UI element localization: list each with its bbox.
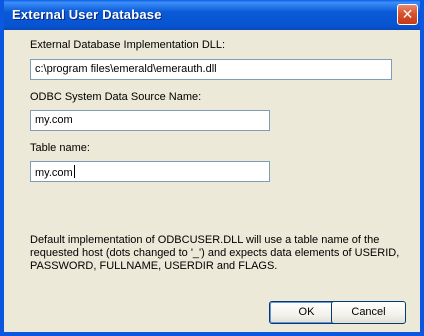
title-bar[interactable]: External User Database ✕ bbox=[4, 0, 420, 30]
description-text: Default implementation of ODBCUSER.DLL w… bbox=[30, 234, 400, 272]
window-title: External User Database bbox=[12, 7, 162, 22]
dsn-value: my.com bbox=[35, 114, 73, 126]
close-button[interactable]: ✕ bbox=[397, 4, 418, 25]
dialog-window: External User Database ✕ External Databa… bbox=[0, 0, 424, 336]
text-caret bbox=[73, 165, 75, 178]
dsn-field[interactable]: my.com bbox=[30, 110, 270, 131]
dll-path-field[interactable]: c:\program files\emerald\emerauth.dll bbox=[30, 59, 392, 80]
cancel-button[interactable]: Cancel bbox=[331, 301, 406, 324]
dsn-label: ODBC System Data Source Name: bbox=[30, 91, 202, 103]
dll-path-value: c:\program files\emerald\emerauth.dll bbox=[35, 63, 217, 75]
close-icon: ✕ bbox=[401, 6, 414, 22]
table-name-value: my.com bbox=[35, 167, 73, 179]
table-name-field[interactable]: my.com bbox=[30, 161, 270, 182]
table-name-label: Table name: bbox=[30, 142, 90, 154]
dialog-content: External Database Implementation DLL: c:… bbox=[4, 30, 420, 332]
dll-label: External Database Implementation DLL: bbox=[30, 39, 226, 51]
